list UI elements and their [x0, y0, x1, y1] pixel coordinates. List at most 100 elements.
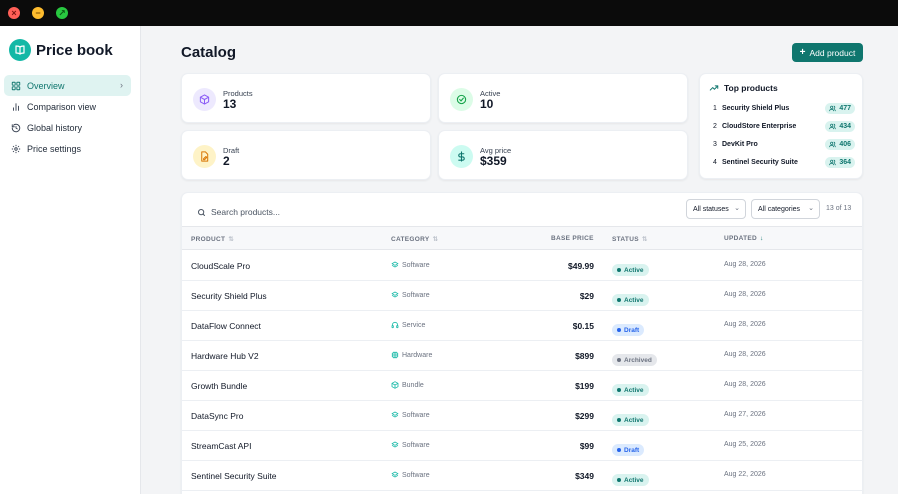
sidebar: Price book Overview › Comparison view Gl…	[0, 26, 141, 494]
close-window-icon[interactable]: ×	[8, 7, 20, 19]
table-row[interactable]: CloudScale Pro Software $49.99 Active Aug 28…	[182, 251, 862, 281]
product-category: Bundle	[391, 381, 424, 389]
top-product-name: Security Shield Plus	[722, 104, 790, 112]
product-category: Hardware	[391, 351, 432, 359]
stat-card-draft: Draft 2	[181, 130, 431, 180]
product-category: Software	[391, 291, 430, 299]
gear-icon	[10, 143, 22, 155]
product-name: Sentinel Security Suite	[191, 471, 277, 481]
status-badge: Draft	[612, 439, 645, 457]
status-filter-value: All statuses	[693, 205, 729, 213]
products-table-card: All statuses ⌄ All categories ⌄ 13 of 13…	[181, 192, 863, 494]
product-name: Hardware Hub V2	[191, 351, 259, 361]
status-dot	[617, 268, 621, 272]
status-dot	[617, 298, 621, 302]
product-price: $49.99	[568, 261, 594, 271]
stat-card-products: Products 13	[181, 73, 431, 123]
top-product-count: 434	[825, 120, 855, 132]
product-price: $29	[579, 291, 594, 301]
column-header-status[interactable]: STATUS ⇅	[612, 235, 648, 243]
add-product-label: Add product	[809, 47, 856, 58]
column-header-updated[interactable]: UPDATED ↓	[724, 235, 764, 242]
users-icon	[829, 123, 837, 129]
window-titlebar: × − ↗	[0, 0, 898, 26]
table-row[interactable]: DataSync Pro Software $299 Active Aug 27, 20…	[182, 401, 862, 431]
column-header-category[interactable]: CATEGORY ⇅	[391, 235, 438, 243]
product-name: Security Shield Plus	[191, 291, 267, 301]
status-filter-select[interactable]: All statuses ⌄	[686, 199, 746, 219]
sort-desc-icon: ↓	[760, 235, 764, 242]
chevron-down-icon: ⌄	[808, 205, 814, 212]
status-badge: Active	[612, 379, 649, 397]
headset-icon	[391, 322, 399, 329]
stat-card-avg-price: Avg price $359	[438, 130, 688, 180]
app-name: Price book	[36, 41, 113, 59]
top-products-title: Top products	[709, 83, 778, 93]
top-product-row[interactable]: 3 DevKit Pro 406	[713, 137, 855, 151]
product-name: StreamCast API	[191, 441, 252, 451]
status-badge: Active	[612, 409, 649, 427]
product-category: Software	[391, 441, 430, 449]
product-name: Growth Bundle	[191, 381, 248, 391]
top-product-row[interactable]: 2 CloudStore Enterprise 434	[713, 119, 855, 133]
table-row[interactable]: Hardware Hub V2 Hardware $899 Archived Aug 2…	[182, 341, 862, 371]
table-row[interactable]: StreamCast API Software $99 Draft Aug 25, 20…	[182, 431, 862, 461]
product-price: $899	[575, 351, 594, 361]
category-filter-select[interactable]: All categories ⌄	[751, 199, 820, 219]
sort-icon: ⇅	[228, 236, 234, 243]
book-icon	[9, 39, 31, 61]
status-dot	[617, 478, 621, 482]
minimize-window-icon[interactable]: −	[32, 7, 44, 19]
product-category: Software	[391, 261, 430, 269]
table-header: PRODUCT ⇅ CATEGORY ⇅ BASE PRICE STATUS ⇅ UP…	[182, 226, 862, 250]
product-updated: Aug 28, 2026	[724, 381, 766, 388]
table-row[interactable]: DataFlow Connect Service $0.15 Draft Aug 28,…	[182, 311, 862, 341]
search-icon	[198, 208, 205, 216]
layers-icon	[391, 291, 399, 298]
sidebar-item-comparison-view[interactable]: Comparison view	[4, 96, 131, 117]
sidebar-item-global-history[interactable]: Global history	[4, 117, 131, 138]
product-updated: Aug 28, 2026	[724, 291, 766, 298]
add-product-button[interactable]: + Add product	[792, 43, 863, 62]
sidebar-item-label: Price settings	[27, 143, 82, 154]
table-row[interactable]: Sentinel Security Suite Software $349 Activ…	[182, 461, 862, 491]
sort-icon: ⇅	[641, 236, 648, 243]
status-dot	[617, 328, 621, 332]
table-row[interactable]: Security Shield Plus Software $29 Active Aug…	[182, 281, 862, 311]
top-product-name: Sentinel Security Suite	[722, 158, 798, 166]
top-product-count: 477	[825, 102, 855, 114]
stat-value: 13	[223, 97, 237, 111]
search-box[interactable]	[197, 204, 497, 220]
top-product-name: DevKit Pro	[722, 140, 758, 148]
sidebar-item-label: Overview	[27, 80, 65, 91]
top-product-row[interactable]: 4 Sentinel Security Suite 364	[713, 155, 855, 169]
result-count: 13 of 13	[826, 205, 852, 212]
top-product-row[interactable]: 1 Security Shield Plus 477	[713, 101, 855, 115]
product-price: $199	[575, 381, 594, 391]
top-product-rank: 4	[713, 158, 717, 166]
stat-card-active: Active 10	[438, 73, 688, 123]
column-header-product[interactable]: PRODUCT ⇅	[191, 235, 234, 243]
sidebar-item-overview[interactable]: Overview ›	[4, 75, 131, 96]
page-title: Catalog	[181, 44, 237, 61]
main-content: Catalog + Add product Products 13 Active…	[141, 26, 898, 494]
table-row[interactable]: Growth Bundle Bundle $199 Active Aug 28, 202…	[182, 371, 862, 401]
product-category: Software	[391, 471, 430, 479]
brand[interactable]: Price book	[9, 39, 113, 61]
history-icon	[10, 122, 22, 134]
status-badge: Active	[612, 259, 649, 277]
status-dot	[617, 358, 621, 362]
column-header-base-price[interactable]: BASE PRICE	[551, 235, 594, 242]
search-input[interactable]	[211, 207, 471, 217]
sort-icon: ⇅	[432, 236, 439, 243]
maximize-window-icon[interactable]: ↗	[56, 7, 68, 19]
sidebar-item-label: Comparison view	[27, 101, 97, 112]
top-product-rank: 2	[713, 122, 717, 130]
product-price: $99	[579, 441, 594, 451]
product-updated: Aug 25, 2026	[724, 441, 766, 448]
users-icon	[829, 159, 837, 165]
status-badge: Archived	[612, 349, 657, 367]
sidebar-item-price-settings[interactable]: Price settings	[4, 138, 131, 159]
stat-value: $359	[480, 154, 507, 168]
plus-icon: +	[799, 47, 806, 58]
